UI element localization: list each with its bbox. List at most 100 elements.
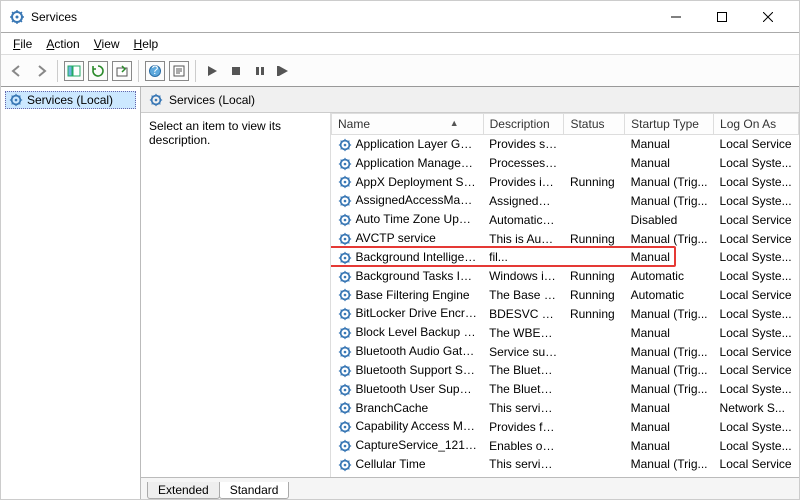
service-row[interactable]: Bluetooth Audio Gateway S...Service sup.… bbox=[332, 342, 799, 361]
service-status bbox=[564, 323, 625, 342]
gear-icon bbox=[338, 251, 352, 265]
service-status: Running bbox=[564, 267, 625, 286]
service-desc: Processes in... bbox=[483, 154, 564, 173]
service-row[interactable]: AVCTP serviceThis is Audi...RunningManua… bbox=[332, 229, 799, 248]
service-row[interactable]: Block Level Backup Engine ...The WBENG..… bbox=[332, 323, 799, 342]
service-desc: Enables opti... bbox=[483, 436, 564, 455]
col-logon[interactable]: Log On As bbox=[714, 114, 799, 135]
service-logon: Local Syste... bbox=[714, 380, 799, 399]
service-startup: Manual bbox=[625, 135, 714, 154]
service-startup: Manual (Trig... bbox=[625, 455, 714, 474]
service-startup: Manual (Trig... bbox=[625, 342, 714, 361]
col-name[interactable]: Name▲ bbox=[332, 114, 484, 135]
menu-action[interactable]: Action bbox=[40, 35, 85, 53]
col-startup[interactable]: Startup Type bbox=[625, 114, 714, 135]
service-startup: Manual bbox=[625, 323, 714, 342]
service-row[interactable]: BitLocker Drive Encryption ...BDESVC hos… bbox=[332, 304, 799, 323]
service-name: Base Filtering Engine bbox=[356, 288, 470, 302]
service-name: Bluetooth Audio Gateway S... bbox=[356, 344, 484, 358]
tab-standard[interactable]: Standard bbox=[219, 482, 290, 499]
gear-icon bbox=[338, 288, 352, 302]
gear-icon bbox=[338, 194, 352, 208]
back-icon[interactable] bbox=[7, 61, 27, 81]
restart-icon[interactable] bbox=[274, 61, 294, 81]
view-header-title: Services (Local) bbox=[169, 93, 255, 107]
service-row[interactable]: Bluetooth Support ServiceThe Bluetoo...M… bbox=[332, 361, 799, 380]
service-logon: Local Syste... bbox=[714, 173, 799, 192]
close-button[interactable] bbox=[745, 3, 791, 31]
menu-help[interactable]: Help bbox=[128, 35, 165, 53]
service-status bbox=[564, 210, 625, 229]
services-window: Services File Action View Help ? S bbox=[0, 0, 800, 500]
service-row[interactable]: Certificate PropagationCopies user ...Ma… bbox=[332, 474, 799, 477]
service-row[interactable]: Bluetooth User Support Ser...The Bluetoo… bbox=[332, 380, 799, 399]
gear-icon bbox=[338, 326, 352, 340]
service-startup: Manual bbox=[625, 474, 714, 477]
minimize-button[interactable] bbox=[653, 3, 699, 31]
service-row[interactable]: Capability Access Manager ...Provides fa… bbox=[332, 417, 799, 436]
pause-icon[interactable] bbox=[250, 61, 270, 81]
menu-file[interactable]: File bbox=[7, 35, 38, 53]
menu-view[interactable]: View bbox=[88, 35, 126, 53]
service-logon: Local Syste... bbox=[714, 304, 799, 323]
service-name: Application Management bbox=[356, 156, 484, 170]
service-logon: Local Service bbox=[714, 455, 799, 474]
gear-icon bbox=[338, 213, 352, 227]
service-logon: Local Service bbox=[714, 286, 799, 305]
service-logon: Local Syste... bbox=[714, 191, 799, 210]
tab-extended[interactable]: Extended bbox=[147, 482, 220, 499]
service-status bbox=[564, 399, 625, 418]
properties-icon[interactable] bbox=[169, 61, 189, 81]
service-startup: Manual (Trig... bbox=[625, 229, 714, 248]
service-row[interactable]: Background Intelligent Transfer Servicef… bbox=[332, 248, 799, 267]
service-startup: Manual (Trig... bbox=[625, 304, 714, 323]
app-icon bbox=[9, 9, 25, 25]
service-row[interactable]: CaptureService_121c3357Enables opti...Ma… bbox=[332, 436, 799, 455]
service-desc: The WBENG... bbox=[483, 323, 564, 342]
service-desc: Provides su... bbox=[483, 135, 564, 154]
service-row[interactable]: Auto Time Zone UpdaterAutomatica...Disab… bbox=[332, 210, 799, 229]
start-icon[interactable] bbox=[202, 61, 222, 81]
help-icon[interactable]: ? bbox=[145, 61, 165, 81]
detail-placeholder: Select an item to view its description. bbox=[149, 119, 281, 147]
service-name: Bluetooth Support Service bbox=[356, 363, 484, 377]
tree-root-services-local[interactable]: Services (Local) bbox=[5, 91, 136, 109]
service-logon: Local Syste... bbox=[714, 248, 799, 267]
gear-icon bbox=[338, 383, 352, 397]
service-grid[interactable]: Name▲ Description Status Startup Type Lo… bbox=[331, 113, 799, 477]
service-row[interactable]: Background Tasks Infrastruc...Windows in… bbox=[332, 267, 799, 286]
service-row[interactable]: AppX Deployment Service (...Provides inf… bbox=[332, 173, 799, 192]
col-status[interactable]: Status bbox=[564, 114, 625, 135]
service-status bbox=[564, 154, 625, 173]
service-row[interactable]: Application Layer Gateway ...Provides su… bbox=[332, 135, 799, 154]
service-logon: Local Syste... bbox=[714, 436, 799, 455]
service-row[interactable]: AssignedAccessManager Se...AssignedAc...… bbox=[332, 191, 799, 210]
service-logon: Local Service bbox=[714, 229, 799, 248]
service-row[interactable]: BranchCacheThis service ...ManualNetwork… bbox=[332, 399, 799, 418]
col-description[interactable]: Description bbox=[483, 114, 564, 135]
gear-icon bbox=[338, 175, 352, 189]
service-logon: Local Syste... bbox=[714, 474, 799, 477]
refresh-icon[interactable] bbox=[88, 61, 108, 81]
service-logon: Local Service bbox=[714, 135, 799, 154]
forward-icon[interactable] bbox=[31, 61, 51, 81]
gear-icon bbox=[338, 401, 352, 415]
service-row[interactable]: Application ManagementProcesses in...Man… bbox=[332, 154, 799, 173]
service-row[interactable]: Cellular TimeThis service ...Manual (Tri… bbox=[332, 455, 799, 474]
service-logon: Local Syste... bbox=[714, 267, 799, 286]
service-startup: Manual (Trig... bbox=[625, 173, 714, 192]
service-desc: Service sup... bbox=[483, 342, 564, 361]
service-name: Application Layer Gateway ... bbox=[356, 137, 484, 151]
export-icon[interactable] bbox=[112, 61, 132, 81]
service-name: Background Intelligent Transfer Service bbox=[356, 250, 484, 264]
maximize-button[interactable] bbox=[699, 3, 745, 31]
service-status: Running bbox=[564, 286, 625, 305]
service-status bbox=[564, 380, 625, 399]
service-name: Cellular Time bbox=[356, 457, 426, 471]
titlebar[interactable]: Services bbox=[1, 1, 799, 33]
detail-pane: Select an item to view its description. bbox=[141, 113, 331, 477]
service-logon: Local Syste... bbox=[714, 417, 799, 436]
stop-icon[interactable] bbox=[226, 61, 246, 81]
service-row[interactable]: Base Filtering EngineThe Base Fil...Runn… bbox=[332, 286, 799, 305]
show-hide-tree-icon[interactable] bbox=[64, 61, 84, 81]
